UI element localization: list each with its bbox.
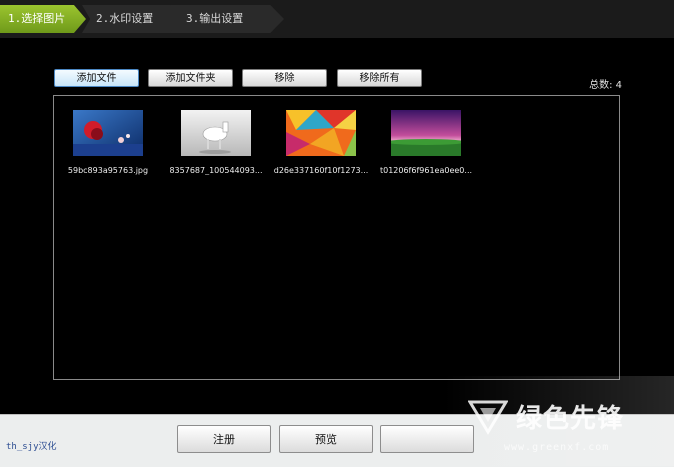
file-name: 59bc893a95763.jpg bbox=[67, 166, 149, 175]
file-list[interactable]: 59bc893a95763.jpg 8357687_100544093... d… bbox=[53, 95, 620, 380]
white-horse-thumbnail bbox=[181, 110, 251, 156]
list-item[interactable]: d26e337160f10f1273... bbox=[273, 110, 369, 175]
credit-text: th_sjy汉化 bbox=[6, 442, 57, 452]
site-watermark: 绿色先锋 www.greenxf.com bbox=[444, 376, 674, 466]
file-name: 8357687_100544093... bbox=[169, 166, 263, 175]
list-item[interactable]: 8357687_100544093... bbox=[168, 110, 264, 175]
list-item[interactable]: 59bc893a95763.jpg bbox=[60, 110, 156, 175]
file-name: d26e337160f10f1273... bbox=[273, 166, 369, 175]
remove-button[interactable]: 移除 bbox=[242, 69, 327, 87]
step-output-settings[interactable]: 3.输出设置 bbox=[170, 5, 284, 33]
step-select-images[interactable]: 1.选择图片 bbox=[0, 5, 86, 33]
colorful-polygons-thumbnail bbox=[286, 110, 356, 156]
main-area: 添加文件 添加文件夹 移除 移除所有 总数: 4 59bc893a95763.j… bbox=[0, 38, 674, 414]
register-button[interactable]: 注册 bbox=[177, 425, 271, 453]
preview-button[interactable]: 预览 bbox=[279, 425, 373, 453]
file-name: t01206f6f961ea0ee0... bbox=[379, 166, 473, 175]
add-file-button[interactable]: 添加文件 bbox=[54, 69, 139, 87]
total-count: 总数: 4 bbox=[589, 80, 622, 91]
add-folder-button[interactable]: 添加文件夹 bbox=[148, 69, 233, 87]
purple-sunset-thumbnail bbox=[391, 110, 461, 156]
remove-all-button[interactable]: 移除所有 bbox=[337, 69, 422, 87]
watermark-url: www.greenxf.com bbox=[504, 442, 610, 453]
step-watermark-settings[interactable]: 2.水印设置 bbox=[82, 5, 184, 33]
watermark-text: 绿色先锋 bbox=[516, 404, 625, 434]
app-window: 1.选择图片 2.水印设置 3.输出设置 添加文件 添加文件夹 移除 移除所有 … bbox=[0, 0, 674, 467]
red-flower-thumbnail bbox=[73, 110, 143, 156]
greenxf-logo-icon bbox=[468, 400, 508, 435]
list-item[interactable]: t01206f6f961ea0ee0... bbox=[378, 110, 474, 175]
step-bar: 1.选择图片 2.水印设置 3.输出设置 bbox=[0, 0, 674, 39]
